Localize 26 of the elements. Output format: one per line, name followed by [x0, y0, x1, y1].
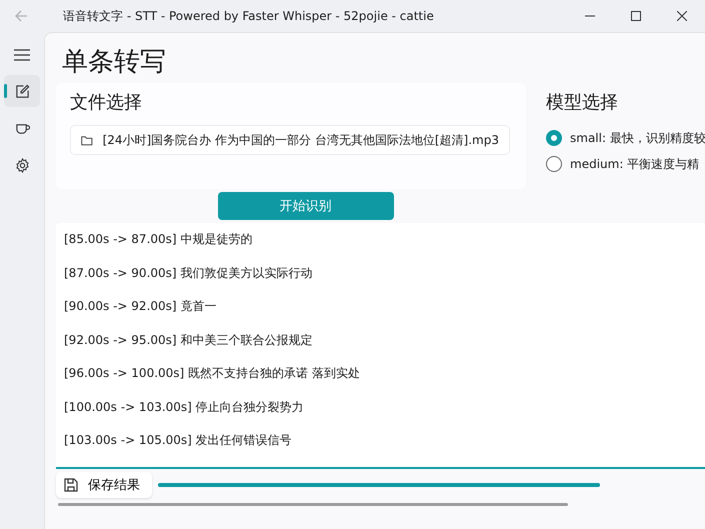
radio-button[interactable]: [546, 156, 562, 172]
page-heading: 单条转写: [61, 46, 167, 79]
file-field[interactable]: [24小时]国务院台办 作为中国的一部分 台湾无其他国际法地位[超清].mp3: [70, 125, 510, 155]
edit-icon: [14, 84, 30, 98]
menu-icon[interactable]: [14, 49, 30, 61]
save-icon: [64, 478, 78, 492]
transcript-line: [87.00s -> 90.00s] 我们敦促美方以实际行动: [64, 264, 314, 282]
transcript-line: [90.00s -> 92.00s] 竟首一: [64, 298, 218, 315]
option-label: small: 最快，识别精度较: [570, 130, 705, 146]
maximize-icon[interactable]: [631, 11, 641, 21]
option-label: medium: 平衡速度与精: [570, 156, 700, 172]
close-icon[interactable]: [677, 11, 687, 21]
transcript-line: [100.00s -> 103.00s] 停止向台独分裂势力: [64, 398, 305, 416]
gear-icon: [14, 158, 30, 172]
nav-item[interactable]: [4, 75, 40, 107]
section-title: 文件选择: [70, 91, 143, 115]
transcript-line: [103.00s -> 105.00s] 发出任何错误信号: [64, 432, 293, 449]
transcript-line: [96.00s -> 100.00s] 既然不支持台独的承诺 落到实处: [64, 365, 361, 382]
window-title: 语音转文字 - STT - Powered by Faster Whisper - 52pojie - cattie: [63, 8, 434, 24]
scrollbar[interactable]: [58, 503, 568, 506]
section-title: 模型选择: [546, 91, 619, 115]
transcript-line: [85.00s -> 87.00s] 中规是徒劳的: [64, 231, 254, 248]
folder-icon: [81, 134, 93, 146]
save-button[interactable]: 保存结果: [56, 472, 152, 498]
transcript-line: [92.00s -> 95.00s] 和中美三个联合公报规定: [64, 332, 314, 348]
radio-button[interactable]: [546, 130, 562, 146]
